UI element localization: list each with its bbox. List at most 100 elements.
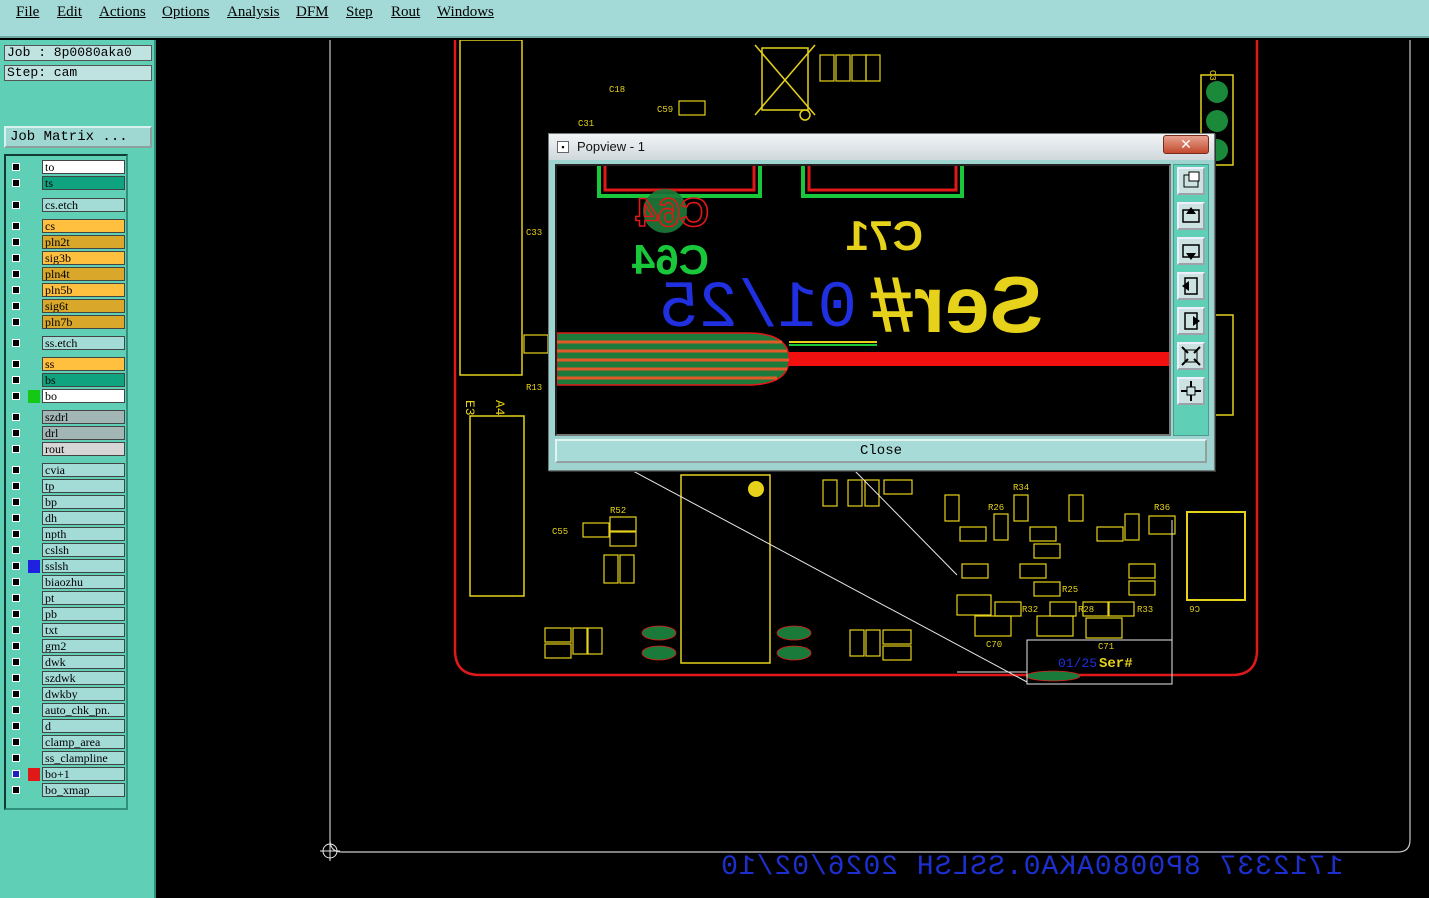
layer-row[interactable]: bs	[8, 373, 126, 389]
layer-row[interactable]: auto_chk_pn.	[8, 703, 126, 719]
menu-options[interactable]: Options	[162, 4, 210, 21]
layer-row[interactable]: bo_xmap	[8, 783, 126, 799]
layer-row[interactable]: cs	[8, 219, 126, 235]
layer-checkbox[interactable]	[12, 413, 20, 421]
layer-label[interactable]: pln4t	[42, 267, 125, 281]
layer-label[interactable]: to	[42, 160, 125, 174]
layer-row[interactable]: dwk	[8, 655, 126, 671]
layer-row[interactable]: bo+1	[8, 767, 126, 783]
layer-label[interactable]: dh	[42, 511, 125, 525]
layer-checkbox[interactable]	[12, 302, 20, 310]
layer-label[interactable]: pt	[42, 591, 125, 605]
layer-label[interactable]: ss_clampline	[42, 751, 125, 765]
layer-row[interactable]: npth	[8, 527, 126, 543]
layer-checkbox[interactable]	[12, 445, 20, 453]
layer-row[interactable]: biaozhu	[8, 575, 126, 591]
layer-checkbox[interactable]	[12, 754, 20, 762]
layer-row[interactable]: to	[8, 160, 126, 176]
pan-down-icon[interactable]	[1177, 237, 1205, 265]
layer-label[interactable]: pln7b	[42, 315, 125, 329]
window-close-icon[interactable]: ✕	[1163, 135, 1209, 154]
layer-label[interactable]: cvia	[42, 463, 125, 477]
layer-label[interactable]: clamp_area	[42, 735, 125, 749]
layer-checkbox[interactable]	[12, 626, 20, 634]
layer-row[interactable]: rout	[8, 442, 126, 458]
layer-row[interactable]: bo	[8, 389, 126, 405]
layer-label[interactable]: bp	[42, 495, 125, 509]
layer-checkbox[interactable]	[12, 376, 20, 384]
layer-checkbox[interactable]	[12, 270, 20, 278]
layer-row[interactable]: pt	[8, 591, 126, 607]
layer-checkbox[interactable]	[12, 546, 20, 554]
layer-row[interactable]: cs.etch	[8, 198, 126, 214]
layer-label[interactable]: tp	[42, 479, 125, 493]
layer-checkbox[interactable]	[12, 562, 20, 570]
layer-row[interactable]: ts	[8, 176, 126, 192]
layer-checkbox[interactable]	[12, 770, 20, 778]
layer-label[interactable]: pln5b	[42, 283, 125, 297]
layer-checkbox[interactable]	[12, 578, 20, 586]
layer-checkbox[interactable]	[12, 222, 20, 230]
layer-row[interactable]: sig3b	[8, 251, 126, 267]
layer-row[interactable]: ss	[8, 357, 126, 373]
layer-checkbox[interactable]	[12, 238, 20, 246]
layer-row[interactable]: sig6t	[8, 299, 126, 315]
layer-checkbox[interactable]	[12, 466, 20, 474]
layer-label[interactable]: sig6t	[42, 299, 125, 313]
layer-checkbox[interactable]	[12, 339, 20, 347]
layer-checkbox[interactable]	[12, 286, 20, 294]
layer-row[interactable]: sslsh	[8, 559, 126, 575]
menu-edit[interactable]: Edit	[57, 4, 82, 21]
layer-checkbox[interactable]	[12, 722, 20, 730]
layer-checkbox[interactable]	[12, 594, 20, 602]
layer-label[interactable]: auto_chk_pn.	[42, 703, 125, 717]
layer-row[interactable]: d	[8, 719, 126, 735]
layer-row[interactable]: dwkby	[8, 687, 126, 703]
layer-row[interactable]: szdwk	[8, 671, 126, 687]
layer-row[interactable]: gm2	[8, 639, 126, 655]
layer-checkbox[interactable]	[12, 163, 20, 171]
menu-rout[interactable]: Rout	[391, 4, 420, 21]
layer-label[interactable]: cs.etch	[42, 198, 125, 212]
popview-close-button[interactable]: Close	[555, 439, 1207, 463]
layer-label[interactable]: ss	[42, 357, 125, 371]
menu-dfm[interactable]: DFM	[296, 4, 329, 21]
layer-label[interactable]: dwkby	[42, 687, 125, 701]
layer-checkbox[interactable]	[12, 392, 20, 400]
popview-titlebar[interactable]: ▪ Popview - 1 ✕	[549, 134, 1214, 160]
layer-checkbox[interactable]	[12, 201, 20, 209]
layer-checkbox[interactable]	[12, 658, 20, 666]
layer-label[interactable]: szdrl	[42, 410, 125, 424]
layer-label[interactable]: bs	[42, 373, 125, 387]
layer-checkbox[interactable]	[12, 610, 20, 618]
menu-actions[interactable]: Actions	[99, 4, 146, 21]
layer-label[interactable]: sslsh	[42, 559, 125, 573]
menu-step[interactable]: Step	[346, 4, 373, 21]
layer-label[interactable]: dwk	[42, 655, 125, 669]
layer-label[interactable]: bo_xmap	[42, 783, 125, 797]
layer-checkbox[interactable]	[12, 429, 20, 437]
menu-windows[interactable]: Windows	[437, 4, 494, 21]
pan-left-icon[interactable]	[1177, 272, 1205, 300]
layer-label[interactable]: cs	[42, 219, 125, 233]
layer-checkbox[interactable]	[12, 706, 20, 714]
layer-checkbox[interactable]	[12, 738, 20, 746]
layer-checkbox[interactable]	[12, 514, 20, 522]
layer-row[interactable]: cslsh	[8, 543, 126, 559]
layer-label[interactable]: ts	[42, 176, 125, 190]
layer-label[interactable]: sig3b	[42, 251, 125, 265]
layer-row[interactable]: ss_clampline	[8, 751, 126, 767]
layer-label[interactable]: txt	[42, 623, 125, 637]
layer-checkbox[interactable]	[12, 642, 20, 650]
layer-checkbox[interactable]	[12, 498, 20, 506]
pan-up-icon[interactable]	[1177, 202, 1205, 230]
layer-row[interactable]: pln7b	[8, 315, 126, 331]
layer-row[interactable]: bp	[8, 495, 126, 511]
layer-row[interactable]: pb	[8, 607, 126, 623]
popview-canvas[interactable]: C64 C64 C71 Ser# 01/25	[555, 164, 1171, 436]
layer-label[interactable]: biaozhu	[42, 575, 125, 589]
fit-icon[interactable]	[1177, 167, 1205, 195]
layer-checkbox[interactable]	[12, 179, 20, 187]
layer-checkbox[interactable]	[12, 318, 20, 326]
layer-checkbox[interactable]	[12, 530, 20, 538]
